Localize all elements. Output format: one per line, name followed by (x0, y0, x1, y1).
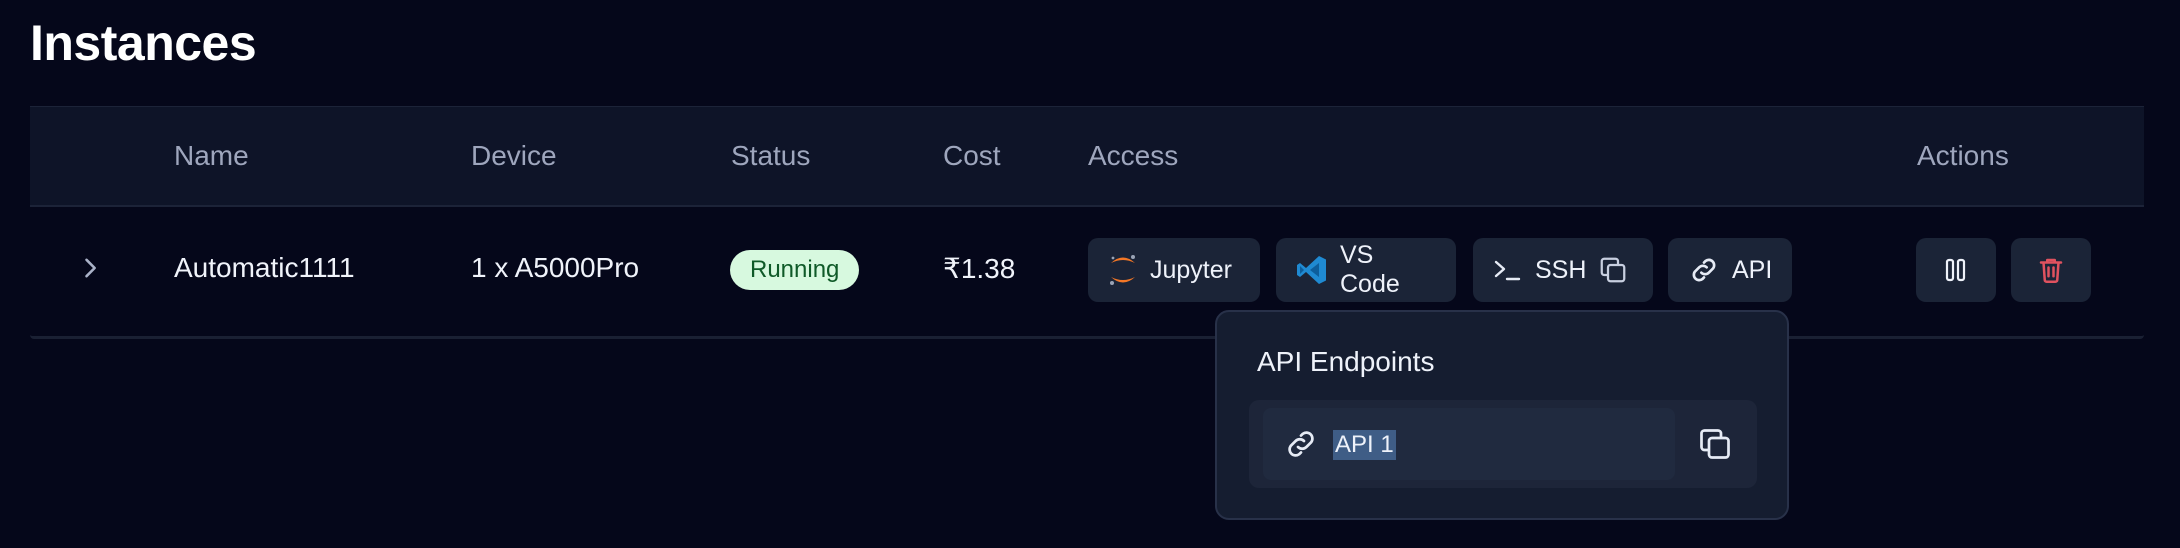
table-row: Automatic1111 1 x A5000Pro Running ₹1.38… (30, 206, 2144, 334)
header-access: Access (1088, 140, 1179, 171)
endpoint-field[interactable] (1263, 408, 1675, 480)
vscode-label: VS Code (1340, 241, 1400, 298)
instance-name: Automatic1111 (174, 252, 355, 283)
instance-cost: ₹1.38 (943, 253, 1016, 284)
vscode-icon (1297, 256, 1326, 284)
page-title: Instances (30, 15, 257, 71)
pause-icon (1945, 258, 1966, 282)
popover-title: API Endpoints (1257, 346, 1435, 377)
api-endpoints-popover: API Endpoints API 1 (1215, 310, 1789, 520)
chevron-right-icon[interactable] (76, 254, 104, 282)
header-device: Device (471, 140, 557, 171)
copy-icon[interactable] (1598, 255, 1628, 285)
jupyter-icon (1110, 255, 1135, 285)
instances-table: Name Device Status Cost Access Actions A… (30, 106, 2144, 339)
api-endpoint-item[interactable]: API 1 (1249, 400, 1757, 488)
terminal-icon (1494, 260, 1521, 281)
endpoint-label[interactable]: API 1 (1333, 430, 1396, 460)
status-badge: Running (730, 250, 860, 290)
header-status: Status (731, 140, 811, 171)
trash-icon (2039, 258, 2063, 284)
instances-page: Instances Name Device Status Cost Access… (0, 0, 2180, 548)
vscode-button[interactable]: VS Code (1276, 238, 1456, 302)
jupyter-label: Jupyter (1150, 255, 1232, 284)
header-actions: Actions (1917, 140, 2009, 171)
jupyter-button[interactable]: Jupyter (1088, 238, 1260, 302)
instance-device: 1 x A5000Pro (471, 252, 640, 283)
delete-button[interactable] (2011, 238, 2091, 302)
api-button[interactable]: API (1668, 238, 1792, 302)
link-icon (1692, 258, 1716, 282)
header-cost: Cost (943, 140, 1001, 171)
ssh-label: SSH (1535, 255, 1587, 284)
header-name: Name (174, 140, 249, 171)
table-header: Name Device Status Cost Access Actions (30, 106, 2144, 207)
pause-button[interactable] (1916, 238, 1996, 302)
api-label: API (1732, 255, 1773, 284)
link-icon (1288, 431, 1314, 457)
ssh-button[interactable]: SSH (1473, 238, 1653, 302)
copy-icon[interactable] (1697, 426, 1733, 462)
